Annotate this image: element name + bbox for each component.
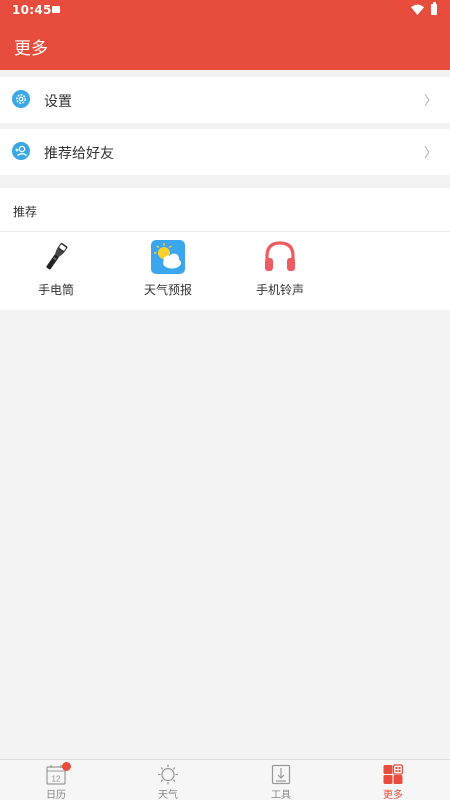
bottom-nav: 12 日历 天气 工具 更多: [0, 759, 450, 800]
page-title: 更多: [14, 39, 48, 59]
flashlight-app[interactable]: 手电筒: [1, 240, 111, 300]
nav-label-tools: 工具: [271, 790, 291, 800]
app-header: 10:45 更多: [0, 0, 450, 70]
nav-label-weather: 天气: [158, 790, 178, 800]
nav-label-calendar: 日历: [46, 790, 66, 800]
recommend-title: 推荐: [13, 205, 38, 219]
chevron-right-icon: 〉: [423, 146, 437, 161]
headphones-icon: [265, 241, 295, 271]
ringtone-app[interactable]: 手机铃声: [225, 240, 335, 300]
recommend-section: 推荐 手电筒 天气预报 手机铃声: [0, 188, 450, 310]
more-grid-icon: [383, 764, 403, 784]
recommend-to-friend-row[interactable]: 推荐给好友 〉: [0, 129, 450, 175]
settings-label: 设置: [44, 94, 72, 110]
chevron-right-icon: 〉: [423, 94, 437, 109]
flashlight-icon: [46, 242, 68, 270]
share-user-icon: [12, 142, 30, 160]
nav-tab-calendar[interactable]: 12 日历: [0, 760, 112, 800]
nav-tab-tools[interactable]: 工具: [225, 760, 337, 800]
calendar-date-number: 12: [52, 775, 61, 784]
wifi-icon: [411, 4, 424, 15]
settings-gear-icon: [12, 90, 30, 108]
nav-tab-more[interactable]: 更多: [337, 760, 449, 800]
weather-app[interactable]: 天气预报: [113, 240, 223, 300]
weather-icon: [151, 240, 185, 274]
notification-icon: [52, 6, 60, 13]
nav-label-more: 更多: [383, 790, 403, 800]
sun-icon: [158, 764, 178, 785]
status-bar: 10:45: [0, 0, 450, 22]
divider: [0, 231, 450, 232]
weather-forecast-label: 天气预报: [143, 283, 192, 297]
settings-row[interactable]: 设置 〉: [0, 77, 450, 123]
notification-badge: [62, 762, 71, 771]
tools-icon: [271, 764, 291, 785]
ringtone-label: 手机铃声: [255, 283, 304, 297]
status-time: 10:45: [12, 3, 52, 17]
recommend-to-friend-label: 推荐给好友: [44, 146, 114, 162]
flashlight-label: 手电筒: [37, 283, 74, 297]
nav-tab-weather[interactable]: 天气: [112, 760, 224, 800]
battery-icon: [431, 2, 437, 15]
